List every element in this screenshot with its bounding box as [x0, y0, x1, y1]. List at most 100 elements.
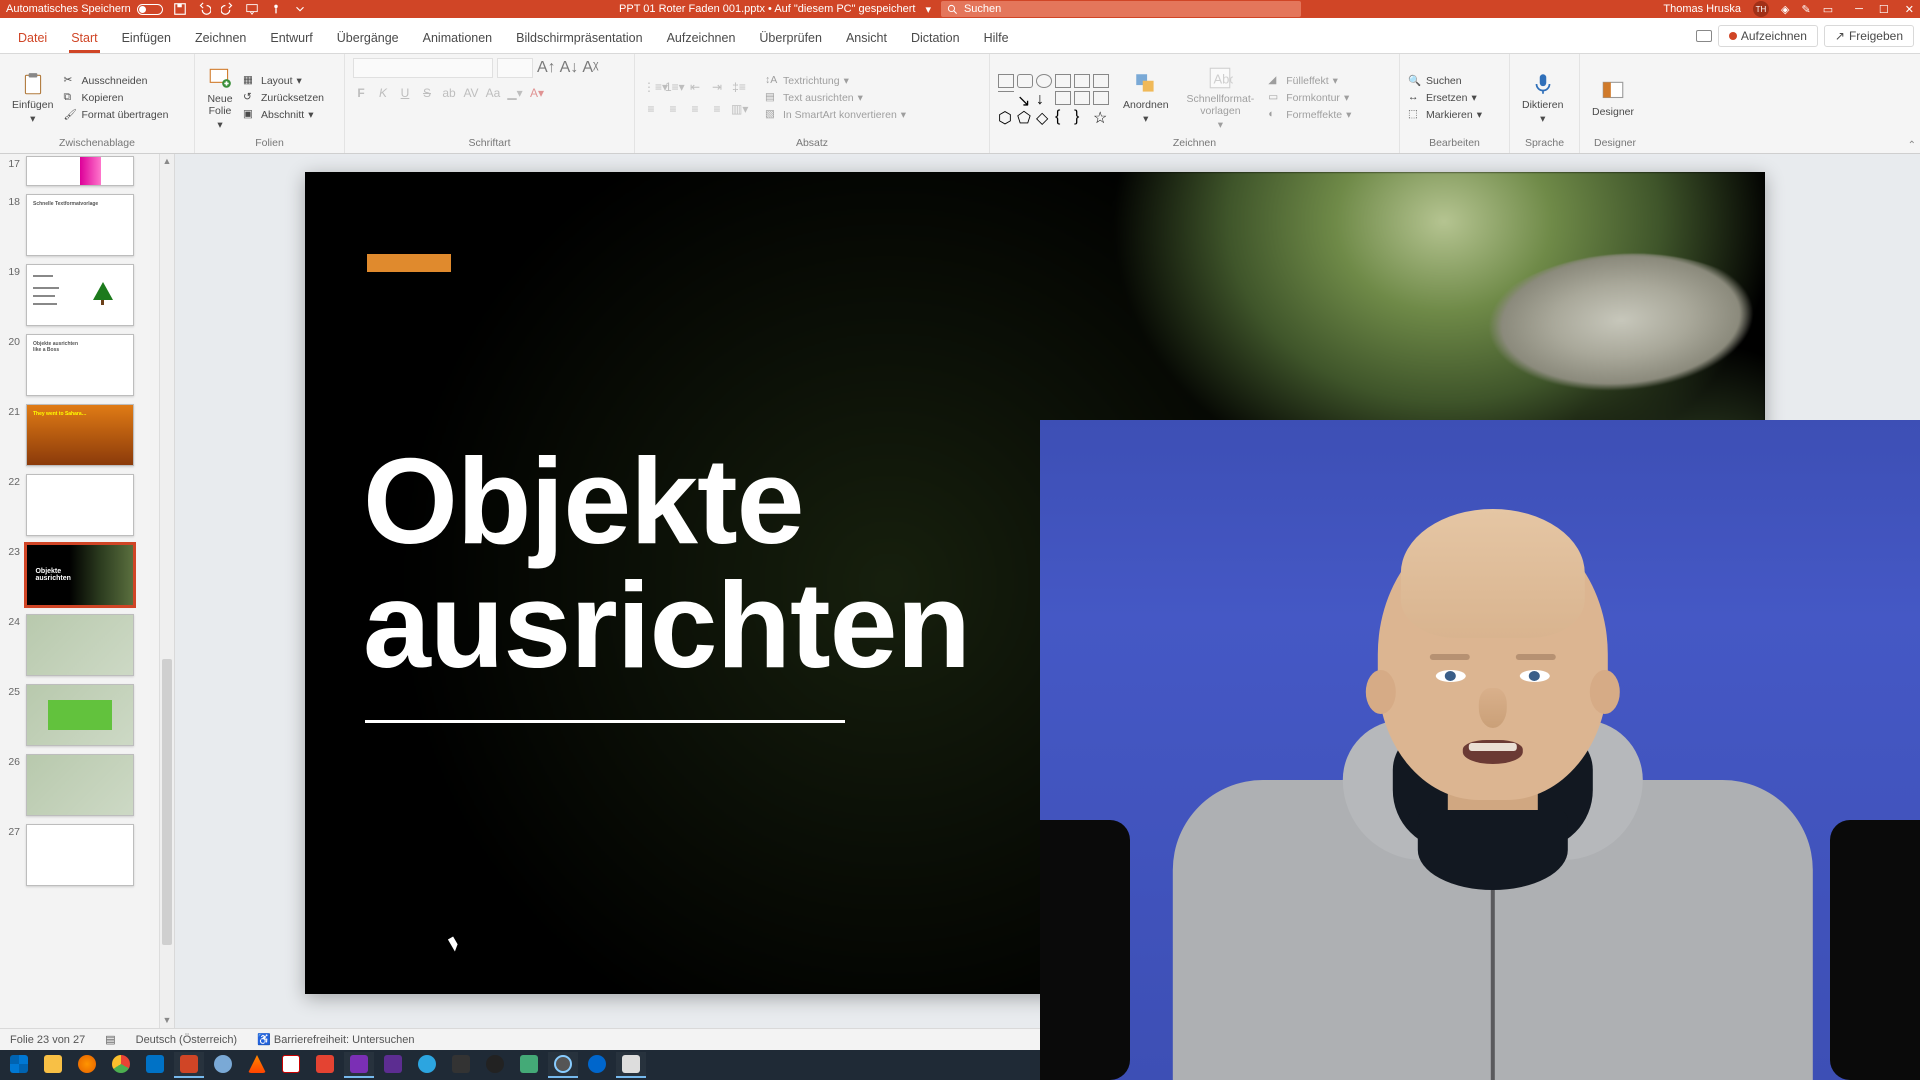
arrange-button[interactable]: Anordnen▾ [1119, 69, 1173, 127]
visual-studio-icon[interactable] [378, 1052, 408, 1078]
minimize-button[interactable]: ─ [1855, 3, 1863, 16]
save-icon[interactable] [173, 2, 187, 16]
app-icon[interactable] [208, 1052, 238, 1078]
text-direction-button[interactable]: ↕ATextrichtung ▾ [765, 74, 906, 88]
undo-icon[interactable] [197, 2, 211, 16]
slide-thumbnail[interactable]: 21 [4, 404, 156, 466]
slide-thumbnail[interactable]: 17 [4, 156, 156, 186]
app-icon-3[interactable] [514, 1052, 544, 1078]
slide-thumbnail[interactable]: 26 [4, 754, 156, 816]
increase-font-icon[interactable]: A↑ [537, 59, 556, 77]
quick-styles-button[interactable]: AbcSchnellformat- vorlagen▾ [1183, 63, 1259, 133]
format-painter-button[interactable]: 🖌Format übertragen [63, 108, 168, 122]
vlc-icon[interactable] [242, 1052, 272, 1078]
present-from-start-icon[interactable] [245, 2, 259, 16]
onenote-icon[interactable] [344, 1052, 374, 1078]
autosave-toggle[interactable]: Automatisches Speichern [6, 3, 163, 15]
font-size-combo[interactable] [497, 58, 533, 78]
tab-dictation[interactable]: Dictation [899, 25, 972, 53]
window-layout-icon[interactable]: ▭ [1823, 3, 1833, 16]
justify-button[interactable]: ≡ [709, 102, 725, 116]
tab-file[interactable]: Datei [6, 25, 59, 53]
decrease-indent-button[interactable]: ⇤ [687, 80, 703, 94]
slide-thumbnail[interactable]: 18Schnelle Textformatvorlage [4, 194, 156, 256]
copy-button[interactable]: ⧉Kopieren [63, 91, 168, 105]
spacing-button[interactable]: AV [463, 86, 479, 100]
reset-button[interactable]: ↺Zurücksetzen [243, 91, 324, 105]
columns-button[interactable]: ▥▾ [731, 102, 747, 116]
case-button[interactable]: Aa [485, 86, 501, 100]
close-button[interactable]: ✕ [1905, 3, 1914, 16]
collapse-ribbon-icon[interactable]: ⌃ [1908, 140, 1916, 151]
share-button[interactable]: ↗Freigeben [1824, 25, 1914, 47]
scroll-down-icon[interactable]: ▼ [160, 1013, 174, 1028]
font-name-combo[interactable] [353, 58, 493, 78]
bullets-button[interactable]: ⋮≡▾ [643, 80, 659, 94]
telegram-icon[interactable] [412, 1052, 442, 1078]
tab-design[interactable]: Entwurf [258, 25, 324, 53]
maximize-button[interactable]: ☐ [1879, 3, 1889, 16]
tab-review[interactable]: Überprüfen [747, 25, 834, 53]
scroll-handle[interactable] [162, 659, 172, 946]
find-button[interactable]: 🔍Suchen [1408, 74, 1482, 88]
slide-title-text[interactable]: Objekte ausrichten [363, 442, 970, 685]
slide-thumbnail[interactable]: 25 [4, 684, 156, 746]
italic-button[interactable]: K [375, 86, 391, 100]
replace-button[interactable]: ↔Ersetzen ▾ [1408, 91, 1482, 105]
app-icon-2[interactable] [446, 1052, 476, 1078]
shapes-gallery[interactable]: ↘↓ ⬡⬠◇{}☆ [998, 74, 1109, 122]
firefox-icon[interactable] [72, 1052, 102, 1078]
section-button[interactable]: ▣Abschnitt ▾ [243, 108, 324, 122]
font-color-button[interactable]: A▾ [529, 86, 545, 100]
slide-thumbnail[interactable]: 23Objekteausrichten [4, 544, 156, 606]
tab-help[interactable]: Hilfe [972, 25, 1021, 53]
shape-outline-button[interactable]: ▭Formkontur ▾ [1268, 91, 1351, 105]
line-spacing-button[interactable]: ‡≡ [731, 80, 747, 94]
align-left-button[interactable]: ≡ [643, 102, 659, 116]
tab-record[interactable]: Aufzeichnen [655, 25, 748, 53]
snipping-icon[interactable] [276, 1052, 306, 1078]
align-text-button[interactable]: ▤Text ausrichten ▾ [765, 91, 906, 105]
tab-view[interactable]: Ansicht [834, 25, 899, 53]
tab-transitions[interactable]: Übergänge [325, 25, 411, 53]
redo-icon[interactable] [221, 2, 235, 16]
slide-thumbnail[interactable]: 22 [4, 474, 156, 536]
obs-icon[interactable] [480, 1052, 510, 1078]
smartart-button[interactable]: ▧In SmartArt konvertieren ▾ [765, 108, 906, 122]
clear-formatting-icon[interactable]: Aᵡ [582, 59, 598, 77]
tab-animations[interactable]: Animationen [411, 25, 505, 53]
camera-icon[interactable] [548, 1052, 578, 1078]
user-name[interactable]: Thomas Hruska [1663, 3, 1741, 15]
qat-more-icon[interactable] [293, 2, 307, 16]
thumbnail-scrollbar[interactable]: ▲ ▼ [159, 154, 174, 1028]
tab-draw[interactable]: Zeichnen [183, 25, 258, 53]
tab-slideshow[interactable]: Bildschirmpräsentation [504, 25, 654, 53]
coming-soon-icon[interactable]: ◈ [1781, 3, 1789, 16]
tab-insert[interactable]: Einfügen [110, 25, 183, 53]
record-button[interactable]: Aufzeichnen [1718, 25, 1818, 47]
dictate-button[interactable]: Diktieren▾ [1518, 69, 1567, 127]
align-right-button[interactable]: ≡ [687, 102, 703, 116]
align-center-button[interactable]: ≡ [665, 102, 681, 116]
powerpoint-icon[interactable] [174, 1052, 204, 1078]
slide-thumbnail[interactable]: 27 [4, 824, 156, 886]
decrease-font-icon[interactable]: A↓ [560, 59, 579, 77]
app-icon-5[interactable] [616, 1052, 646, 1078]
app-icon-4[interactable] [582, 1052, 612, 1078]
highlight-button[interactable]: ▁▾ [507, 86, 523, 100]
underline-button[interactable]: U [397, 86, 413, 100]
new-slide-button[interactable]: Neue Folie▾ [203, 63, 237, 133]
increase-indent-button[interactable]: ⇥ [709, 80, 725, 94]
shadow-button[interactable]: ab [441, 86, 457, 100]
slide-counter[interactable]: Folie 23 von 27 [10, 1034, 85, 1046]
shape-effects-button[interactable]: ◐Formeffekte ▾ [1268, 108, 1351, 122]
designer-button[interactable]: Designer [1588, 76, 1638, 120]
language-indicator[interactable]: Deutsch (Österreich) [136, 1034, 237, 1046]
cut-button[interactable]: ✂Ausschneiden [63, 74, 168, 88]
search-input[interactable]: Suchen [941, 1, 1301, 17]
todoist-icon[interactable] [310, 1052, 340, 1078]
comments-icon[interactable] [1696, 30, 1712, 42]
start-button[interactable] [4, 1052, 34, 1078]
select-button[interactable]: ⬚Markieren ▾ [1408, 108, 1482, 122]
paste-button[interactable]: Einfügen▾ [8, 69, 57, 127]
